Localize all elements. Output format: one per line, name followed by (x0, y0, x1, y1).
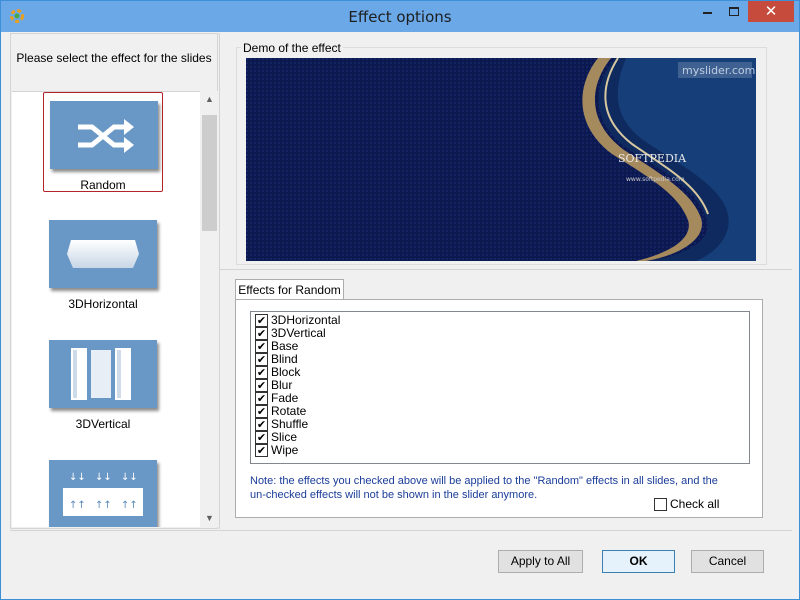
window-title: Effect options (348, 8, 452, 26)
effects-checklist: ✔ 3DHorizontal ✔ 3DVertical ✔ Base ✔ Bli… (250, 311, 750, 464)
panel-divider (219, 33, 220, 529)
svg-text:↑↑: ↑↑ (69, 500, 86, 511)
checkbox-label: Block (271, 365, 301, 379)
minimize-icon (703, 12, 712, 14)
checkbox-label: Base (271, 339, 299, 353)
effect-panel-title: Please select the effect for the slides (16, 51, 212, 65)
checkbox-label: Wipe (271, 443, 299, 457)
scroll-up-icon[interactable]: ▲ (201, 91, 218, 108)
effect-item-random[interactable]: Random (43, 92, 163, 192)
svg-text:↓↓: ↓↓ (121, 472, 138, 483)
checkbox-label: Rotate (271, 404, 307, 418)
checkbox-label: Fade (271, 391, 299, 405)
checkbox-label: Slice (271, 430, 298, 444)
checkbox-check-icon[interactable]: ✔ (255, 392, 268, 405)
effect-thumbnail: ↓↓ ↓↓ ↓↓ ↑↑ ↑↑ ↑↑ (49, 460, 157, 527)
checkbox-check-icon[interactable]: ✔ (255, 418, 268, 431)
cancel-button[interactable]: Cancel (691, 550, 764, 573)
demo-picture: SOFTPEDIA www.softpedia.com myslider.com (246, 58, 756, 261)
close-button[interactable]: ✕ (748, 1, 794, 22)
close-icon: ✕ (764, 2, 778, 20)
checkbox-check-icon[interactable]: ✔ (255, 366, 268, 379)
apply-to-all-button[interactable]: Apply to All (498, 550, 583, 573)
3d-horizontal-icon (67, 240, 139, 268)
svg-text:↑↑: ↑↑ (121, 500, 138, 511)
demo-watermark: myslider.com (682, 64, 755, 77)
effect-item-3dvertical[interactable]: 3DVertical (43, 332, 163, 432)
effect-thumbnail (49, 340, 157, 408)
checkbox-check-icon[interactable]: ✔ (255, 314, 268, 327)
svg-text:↓↓: ↓↓ (69, 472, 86, 483)
checkbox-label: Blind (271, 352, 298, 366)
scroll-down-icon[interactable]: ▼ (201, 510, 218, 527)
3d-vertical-arrows-icon: ↓↓ ↓↓ ↓↓ ↑↑ ↑↑ ↑↑ (63, 472, 143, 516)
demo-url-text: www.softpedia.com (626, 176, 685, 183)
title-bar[interactable]: Effect options ✕ (1, 1, 799, 32)
demo-brand-text: SOFTPEDIA (618, 152, 687, 165)
demo-group: Demo of the effect SOFTPEDIA www.softped… (236, 41, 767, 265)
effect-thumbnail (49, 220, 157, 288)
checkbox-label: 3DHorizontal (271, 313, 341, 327)
minimize-button[interactable] (694, 1, 721, 22)
effect-label-3dvertical: 3DVertical (75, 417, 131, 431)
checkbox-check-icon[interactable]: ✔ (255, 379, 268, 392)
checkbox-check-icon[interactable]: ✔ (255, 444, 268, 457)
checkbox-label: 3DVertical (271, 326, 326, 340)
check-all-label: Check all (670, 497, 720, 511)
footer-divider (10, 530, 792, 531)
check-all-checkbox[interactable]: Check all (654, 497, 734, 512)
effects-tab-panel: ✔ 3DHorizontal ✔ 3DVertical ✔ Base ✔ Bli… (235, 299, 763, 518)
checkbox-check-icon[interactable]: ✔ (255, 327, 268, 340)
svg-text:↑↑: ↑↑ (95, 500, 112, 511)
checkbox-check-icon[interactable]: ✔ (255, 340, 268, 353)
3d-vertical-icon (71, 348, 131, 400)
effect-label-random: Random (80, 178, 126, 192)
effect-list[interactable]: Random 3DHorizontal 3DVertical ↓↓ ↓↓ ↓↓ … (12, 91, 200, 527)
checkbox-check-icon[interactable]: ✔ (255, 405, 268, 418)
effect-list-scrollbar[interactable]: ▲ ▼ (201, 91, 218, 527)
tab-effects-for-random[interactable]: Effects for Random (235, 279, 344, 300)
section-divider (219, 269, 792, 270)
effect-item-3dhorizontal[interactable]: 3DHorizontal (43, 212, 163, 312)
demo-group-label: Demo of the effect (241, 41, 343, 55)
checkbox-label: Shuffle (271, 417, 309, 431)
ok-button[interactable]: OK (602, 550, 675, 573)
checkbox-empty-icon[interactable] (654, 498, 667, 511)
effect-thumbnail (50, 101, 158, 169)
effect-label-3dhorizontal: 3DHorizontal (68, 297, 138, 311)
maximize-button[interactable] (721, 1, 748, 22)
maximize-icon (729, 7, 739, 16)
checkbox-check-icon[interactable]: ✔ (255, 353, 268, 366)
svg-text:↓↓: ↓↓ (95, 472, 112, 483)
checkbox-label: Blur (271, 378, 293, 392)
effect-selection-panel: Please select the effect for the slides … (10, 33, 218, 529)
effect-item-partial[interactable]: ↓↓ ↓↓ ↓↓ ↑↑ ↑↑ ↑↑ (43, 452, 163, 527)
shuffle-icon (78, 119, 134, 153)
scrollbar-thumb[interactable] (202, 115, 217, 231)
effect-options-window: Effect options ✕ Please select the effec… (0, 0, 800, 600)
checkbox-check-icon[interactable]: ✔ (255, 431, 268, 444)
demo-preview-image: SOFTPEDIA www.softpedia.com myslider.com (246, 58, 756, 261)
